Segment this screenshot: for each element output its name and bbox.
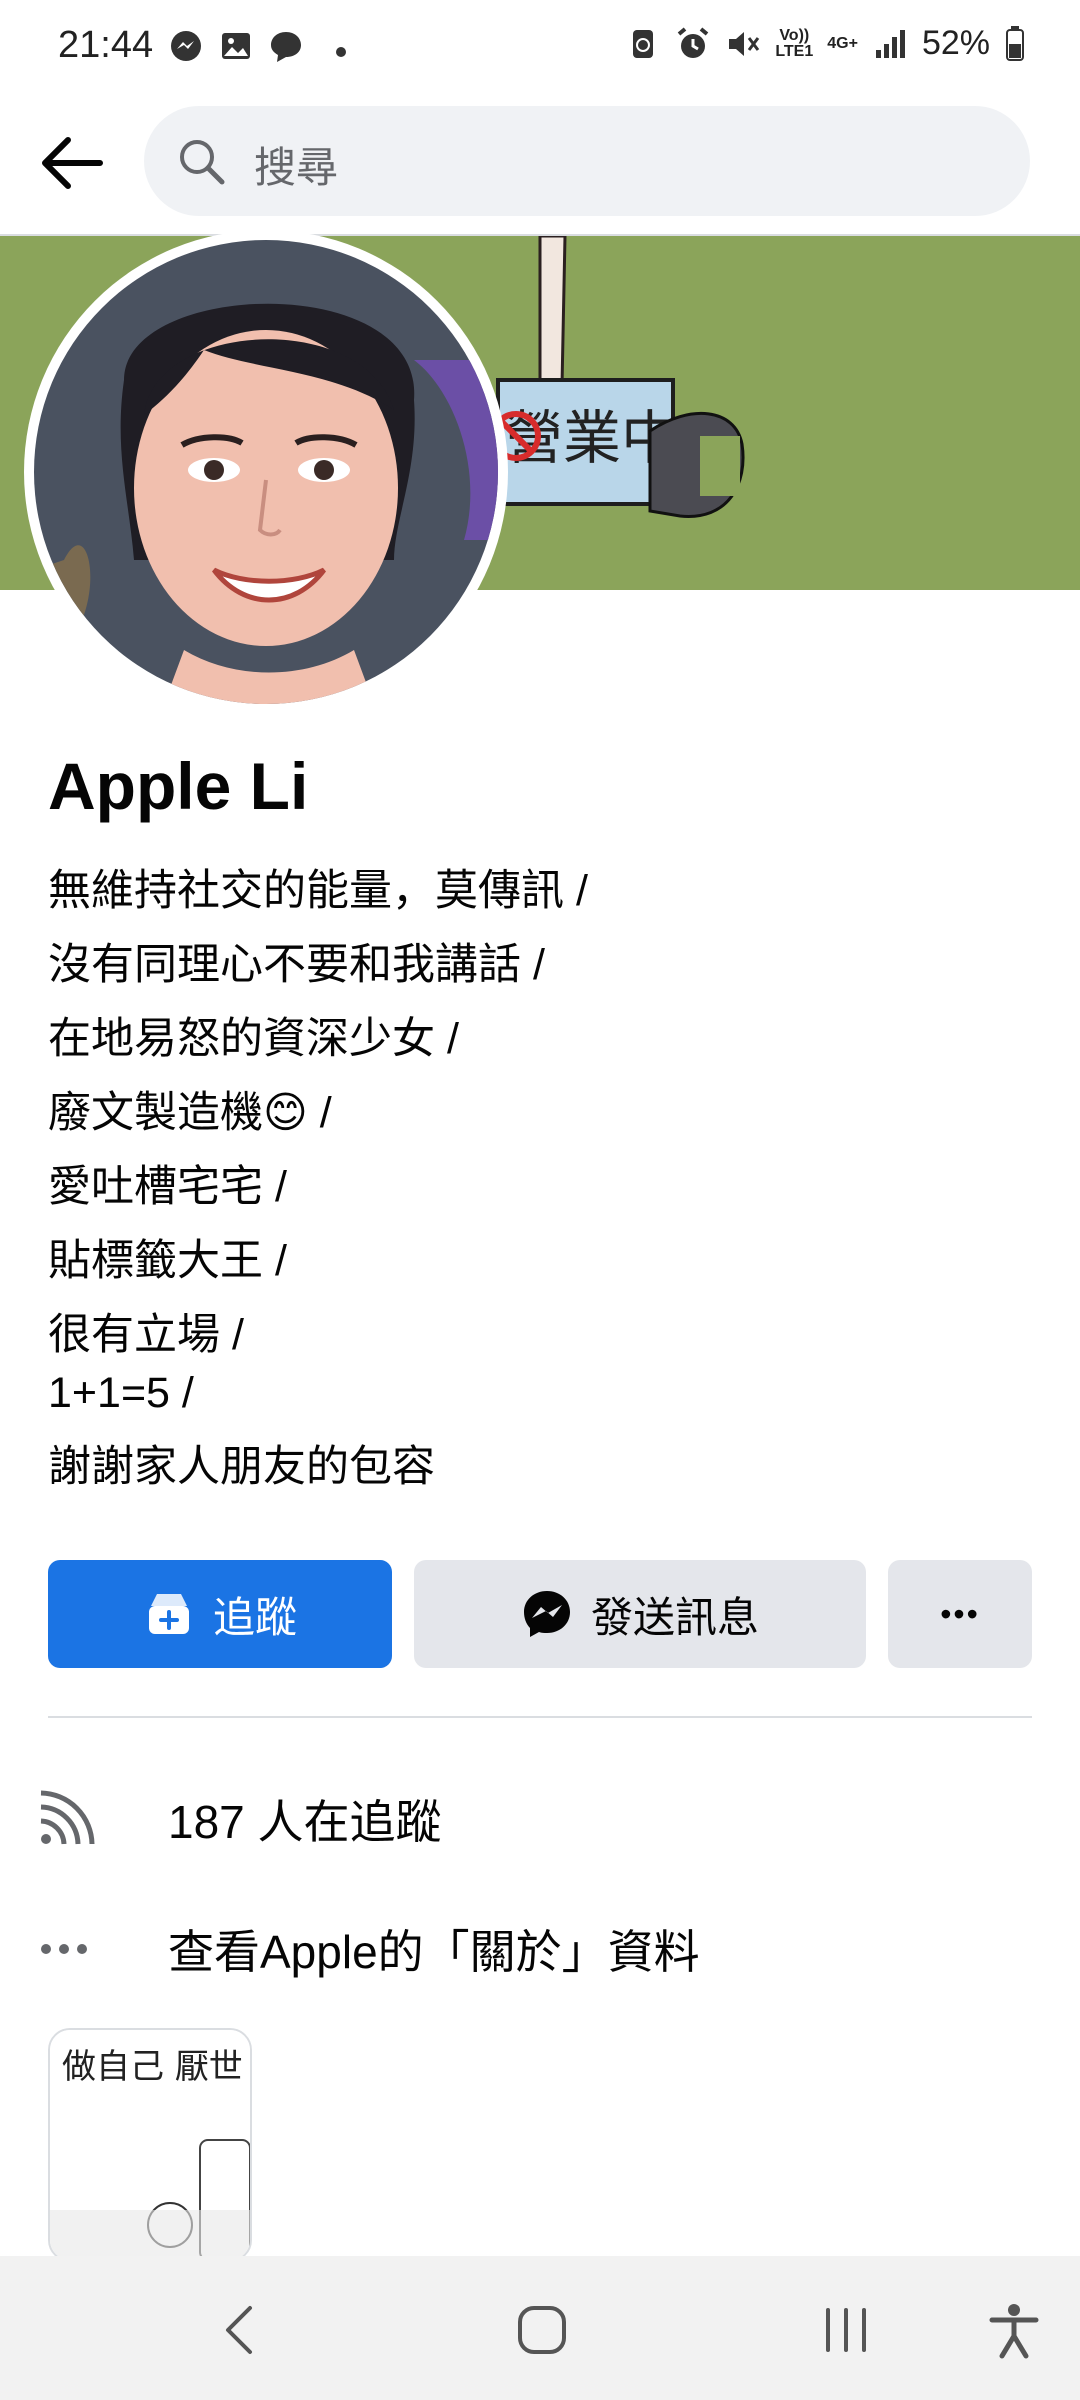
nav-recents-icon[interactable]	[816, 2300, 876, 2360]
nav-back-icon[interactable]	[212, 2300, 272, 2360]
more-dots-icon	[41, 1944, 87, 1954]
messenger-icon	[523, 1591, 570, 1637]
status-bar: 21:44 Vo)) LTE1 4G+ 52%	[0, 0, 1080, 96]
4g-icon: 4G+	[827, 34, 858, 52]
follow-icon	[148, 1594, 189, 1634]
bio-line: 1+1=5 /	[48, 1369, 194, 1417]
more-options-button[interactable]: •••	[888, 1560, 1032, 1668]
profile-bio: 無維持社交的能量，莫傳訊 / 沒有同理心不要和我講話 / 在地易怒的資深少女 /…	[48, 854, 588, 1504]
system-nav-bar	[0, 2256, 1080, 2400]
followers-row[interactable]: 187 人在追蹤	[36, 1786, 442, 1852]
bio-line: 愛吐槽宅宅 /	[48, 1163, 287, 1211]
battery-icon	[1006, 25, 1024, 61]
send-message-label: 發送訊息	[590, 1593, 759, 1641]
mute-icon	[729, 31, 760, 56]
bio-line: 很有立場 /	[48, 1311, 244, 1359]
featured-text-line: 做自己 厭世	[62, 2047, 243, 2087]
volte-icon: Vo)) LTE1	[775, 26, 814, 60]
signal-icon	[875, 29, 905, 58]
bio-line: 無維持社交的能量，莫傳訊 /	[48, 867, 588, 915]
follow-label: 追蹤	[212, 1593, 297, 1641]
accessibility-icon[interactable]	[984, 2300, 1044, 2360]
search-input[interactable]: 搜尋	[144, 106, 1030, 216]
avatar-portrait	[34, 240, 498, 704]
featured-doodle: 做自己 厭世	[50, 2030, 250, 2260]
bio-line: 謝謝家人朋友的包容	[48, 1443, 435, 1491]
profile-avatar[interactable]	[24, 230, 508, 714]
bio-line: 廢文製造機😊 /	[48, 1089, 332, 1137]
avatar	[34, 240, 498, 704]
nav-home-icon[interactable]	[512, 2300, 572, 2360]
back-arrow-icon[interactable]	[36, 128, 106, 198]
battery-percent: 52%	[921, 24, 990, 62]
followers-count: 187 人在追蹤	[168, 1796, 442, 1848]
send-message-button[interactable]: 發送訊息	[414, 1560, 866, 1668]
profile-name: Apple Li	[48, 749, 309, 823]
status-time: 21:44	[58, 24, 154, 66]
gallery-icon	[222, 33, 250, 59]
more-options-icon: •••	[940, 1595, 980, 1632]
dot-icon	[336, 47, 346, 57]
chat-bubble-icon	[271, 32, 301, 62]
alarm-icon	[678, 26, 709, 58]
top-bar: 搜尋	[0, 96, 1080, 234]
follow-button[interactable]: 追蹤	[48, 1560, 392, 1668]
featured-photo[interactable]: 做自己 厭世	[48, 2028, 252, 2262]
search-icon	[180, 140, 225, 185]
rss-follow-icon	[40, 1790, 95, 1845]
about-row[interactable]: 查看Apple的「關於」資料	[36, 1916, 700, 1982]
divider	[48, 1716, 1032, 1718]
search-placeholder: 搜尋	[254, 144, 339, 191]
bio-line: 沒有同理心不要和我講話 /	[48, 941, 545, 989]
about-link: 查看Apple的「關於」資料	[168, 1926, 700, 1978]
recycle-battery-icon	[633, 29, 654, 58]
bio-line: 在地易怒的資深少女 /	[48, 1015, 459, 1063]
messenger-icon	[171, 31, 201, 61]
bio-line: 貼標籤大王 /	[48, 1237, 287, 1285]
